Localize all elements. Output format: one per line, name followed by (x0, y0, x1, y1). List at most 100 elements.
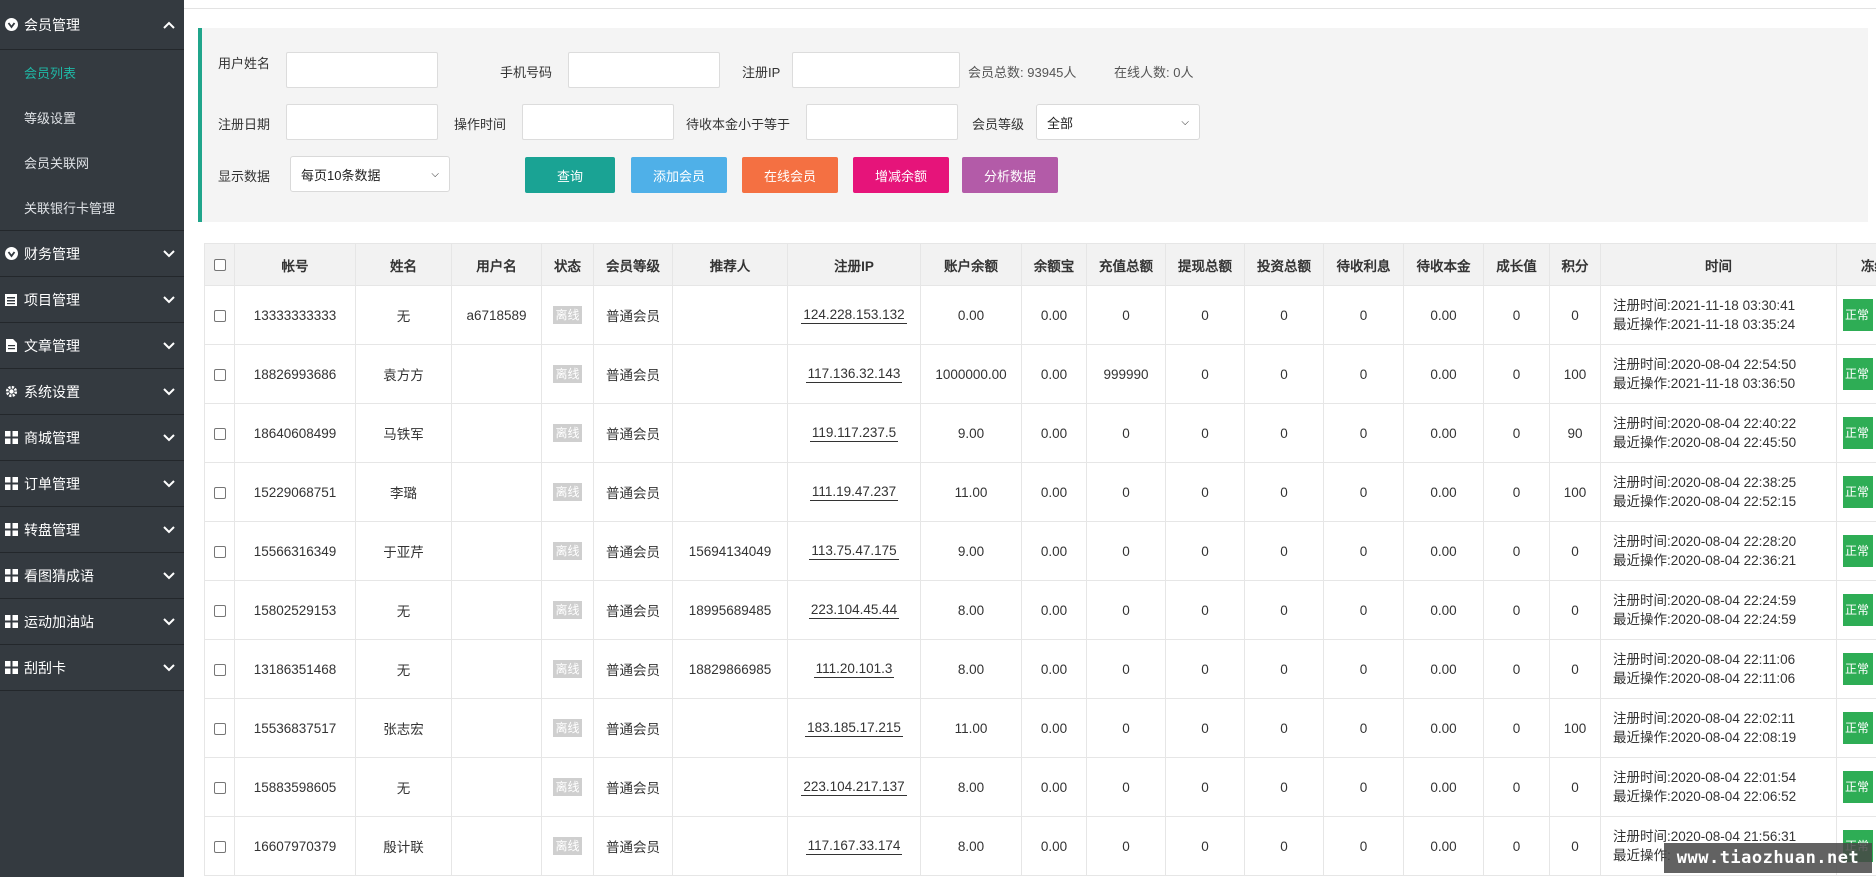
growth-cell: 0 (1483, 757, 1550, 817)
online-members-button[interactable]: 在线会员 (742, 157, 838, 193)
select-all-checkbox[interactable] (213, 259, 226, 272)
status-cell: 离线 (541, 757, 594, 817)
sidebar-group-5[interactable]: 商城管理 (0, 415, 184, 461)
referrer-cell (672, 698, 788, 758)
phone-input[interactable] (568, 52, 720, 88)
freeze-status-button[interactable]: 正常 (1843, 594, 1873, 626)
row-checkbox[interactable] (213, 781, 226, 794)
status-cell: 离线 (541, 285, 594, 345)
sidebar-group-label: 项目管理 (24, 291, 80, 308)
row-checkbox[interactable] (213, 840, 226, 853)
add-member-button[interactable]: 添加会员 (631, 157, 727, 193)
adjust-balance-button[interactable]: 增减余额 (853, 157, 949, 193)
yeb-cell: 0.00 (1021, 580, 1087, 640)
row-checkbox[interactable] (213, 663, 226, 676)
ip-link[interactable]: 113.75.47.175 (809, 543, 899, 560)
table-row: 15883598605 无离线 普通会员 223.104.217.137 8.00 0.0… (204, 757, 1876, 817)
reg-time-value: 2020-08-04 21:56:31 (1670, 829, 1797, 844)
freeze-cell: 正常 (1836, 698, 1876, 758)
freeze-status-button[interactable]: 正常 (1843, 771, 1873, 803)
ip-link[interactable]: 119.117.237.5 (809, 425, 899, 442)
row-checkbox[interactable] (213, 427, 226, 440)
freeze-status-button[interactable]: 正常 (1843, 299, 1873, 331)
ip-cell: 111.19.47.237 (787, 462, 921, 522)
chevron-down-icon (154, 569, 184, 583)
sidebar-group-4[interactable]: 系统设置 (0, 369, 184, 415)
op-time-line: 最近操作:2021-11-18 03:36:50 (1613, 374, 1836, 393)
recharge-cell: 0 (1086, 698, 1166, 758)
sidebar-group-3[interactable]: 文章管理 (0, 323, 184, 369)
reg-time-label: 注册时间: (1613, 593, 1671, 608)
row-checkbox[interactable] (213, 486, 226, 499)
freeze-status-button[interactable]: 正常 (1843, 417, 1873, 449)
sidebar-group-6[interactable]: 订单管理 (0, 461, 184, 507)
row-checkbox[interactable] (213, 309, 226, 322)
row-checkbox[interactable] (213, 545, 226, 558)
regdate-input[interactable] (286, 104, 438, 140)
page-size-select[interactable]: 每页10条数据 ⌵ (290, 156, 450, 192)
sidebar-group-9[interactable]: 运动加油站 (0, 599, 184, 645)
yeb-cell: 0.00 (1021, 285, 1087, 345)
sidebar-subitem-1[interactable]: 等级设置 (0, 95, 184, 140)
regip-input[interactable] (792, 52, 960, 88)
query-button[interactable]: 查询 (525, 157, 615, 193)
row-checkbox[interactable] (213, 722, 226, 735)
pending-principal-input[interactable] (806, 104, 958, 140)
interest-cell: 0 (1323, 344, 1404, 404)
status-badge: 离线 (553, 660, 582, 678)
freeze-status-button[interactable]: 正常 (1843, 535, 1873, 567)
sidebar-group-7[interactable]: 转盘管理 (0, 507, 184, 553)
freeze-status-button[interactable]: 正常 (1843, 653, 1873, 685)
reg-time-label: 注册时间: (1613, 416, 1671, 431)
ip-link[interactable]: 111.19.47.237 (809, 484, 899, 501)
freeze-status-button[interactable]: 正常 (1843, 712, 1873, 744)
growth-cell: 0 (1483, 698, 1550, 758)
optime-label: 操作时间 (454, 117, 507, 132)
principal-cell: 0.00 (1403, 462, 1484, 522)
chevron-down-icon (154, 293, 184, 307)
ip-link[interactable]: 223.104.45.44 (808, 602, 900, 619)
sidebar-subitem-2[interactable]: 会员关联网 (0, 140, 184, 185)
row-checkbox[interactable] (213, 604, 226, 617)
sidebar-group-2[interactable]: 项目管理 (0, 277, 184, 323)
ip-link[interactable]: 183.185.17.215 (805, 720, 903, 737)
level-select[interactable]: 全部 ⌵ (1036, 104, 1200, 140)
heart-circle-icon (4, 247, 18, 261)
ip-link[interactable]: 117.167.33.174 (805, 838, 903, 855)
row-checkbox[interactable] (213, 368, 226, 381)
sidebar-subitem-0[interactable]: 会员列表 (0, 50, 184, 95)
sidebar-group-0[interactable]: 会员管理 (0, 0, 184, 50)
chevron-down-icon (154, 385, 184, 399)
username-input[interactable] (286, 52, 438, 88)
sidebar-subitem-3[interactable]: 关联银行卡管理 (0, 185, 184, 230)
balance-cell: 11.00 (920, 462, 1022, 522)
column-header: 帐号 (234, 243, 356, 286)
invest-cell: 0 (1244, 698, 1324, 758)
ip-link[interactable]: 117.136.32.143 (805, 366, 903, 383)
withdraw-cell: 0 (1165, 757, 1245, 817)
reg-time-value: 2020-08-04 22:11:06 (1670, 652, 1796, 667)
ip-link[interactable]: 223.104.217.137 (801, 779, 907, 796)
points-cell: 0 (1549, 639, 1601, 699)
ip-link[interactable]: 111.20.101.3 (813, 661, 895, 678)
status-cell: 离线 (541, 521, 594, 581)
yeb-cell: 0.00 (1021, 698, 1087, 758)
account-cell: 15229068751 (234, 462, 356, 522)
optime-input[interactable] (522, 104, 674, 140)
analyze-data-button[interactable]: 分析数据 (962, 157, 1058, 193)
time-cell: 注册时间:2021-11-18 03:30:41 最近操作:2021-11-18 … (1600, 285, 1837, 345)
ip-link[interactable]: 124.228.153.132 (801, 307, 907, 324)
op-time-value: 2020-08-04 22:24:59 (1670, 612, 1797, 627)
sidebar-group-1[interactable]: 财务管理 (0, 231, 184, 277)
freeze-status-button[interactable]: 正常 (1843, 358, 1873, 390)
sidebar-group-10[interactable]: 刮刮卡 (0, 645, 184, 691)
ip-cell: 117.136.32.143 (787, 344, 921, 404)
sidebar-group-8[interactable]: 看图猜成语 (0, 553, 184, 599)
withdraw-cell: 0 (1165, 403, 1245, 463)
account-cell: 18826993686 (234, 344, 356, 404)
column-header: 账户余额 (920, 243, 1022, 286)
yeb-cell: 0.00 (1021, 462, 1087, 522)
balance-cell: 8.00 (920, 757, 1022, 817)
freeze-status-button[interactable]: 正常 (1843, 476, 1873, 508)
column-header: 姓名 (355, 243, 452, 286)
